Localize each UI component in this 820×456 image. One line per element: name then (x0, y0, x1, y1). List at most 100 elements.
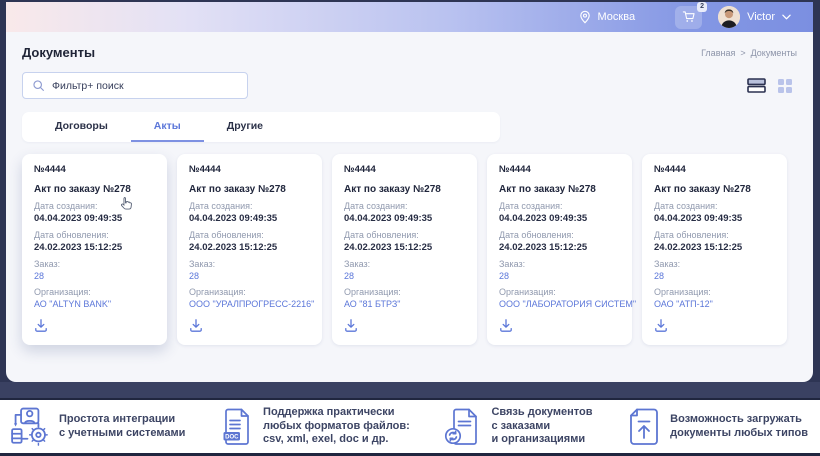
org-link[interactable]: АО "81 БТРЗ" (344, 299, 465, 309)
download-icon[interactable] (654, 318, 668, 337)
feature-text: Поддержка практически любых форматов фай… (263, 406, 410, 446)
created-label: Дата создания: (344, 201, 465, 211)
breadcrumb: Главная > Документы (701, 48, 797, 58)
document-number: №4444 (654, 164, 775, 175)
search-input[interactable] (52, 80, 238, 92)
document-card[interactable]: №4444 Акт по заказу №278 Дата создания: … (332, 154, 477, 345)
feature-upload: Возможность загружать документы любых ти… (627, 407, 808, 447)
download-icon[interactable] (189, 318, 203, 337)
created-value: 04.04.2023 09:49:35 (189, 213, 310, 224)
org-label: Организация: (499, 287, 620, 297)
document-title: Акт по заказу №278 (34, 184, 155, 195)
download-icon[interactable] (344, 318, 358, 337)
grid-view-icon[interactable] (777, 78, 793, 94)
tab-akty[interactable]: Акты (131, 112, 204, 142)
breadcrumb-home[interactable]: Главная (701, 48, 735, 58)
updated-value: 24.02.2023 15:12:25 (344, 242, 465, 253)
updated-label: Дата обновления: (34, 230, 155, 240)
updated-value: 24.02.2023 15:12:25 (499, 242, 620, 253)
avatar (718, 6, 740, 28)
org-link[interactable]: ОАО "АТП-12" (654, 299, 775, 309)
updated-value: 24.02.2023 15:12:25 (189, 242, 310, 253)
document-number: №4444 (34, 164, 155, 175)
document-number: №4444 (499, 164, 620, 175)
svg-text:DOC: DOC (225, 434, 239, 440)
document-card[interactable]: №4444 Акт по заказу №278 Дата создания: … (642, 154, 787, 345)
dark-divider-band (0, 382, 820, 400)
order-label: Заказ: (654, 259, 775, 269)
org-link[interactable]: ООО "ЛАБОРАТОРИЯ СИСТЕМ" (499, 299, 620, 309)
created-label: Дата создания: (654, 201, 775, 211)
cart-button[interactable]: 2 (675, 6, 702, 29)
order-link[interactable]: 28 (499, 271, 620, 281)
breadcrumb-separator: > (740, 48, 745, 58)
feature-text: Связь документов с заказами и организаци… (491, 406, 592, 446)
updated-value: 24.02.2023 15:12:25 (34, 242, 155, 253)
search-box (22, 72, 248, 99)
search-icon (32, 79, 45, 92)
upload-document-icon (627, 407, 661, 447)
updated-label: Дата обновления: (344, 230, 465, 240)
updated-label: Дата обновления: (499, 230, 620, 240)
tabs-bar: Договоры Акты Другие (22, 112, 500, 142)
document-links-icon (444, 407, 482, 447)
document-cards: №4444 Акт по заказу №278 Дата создания: … (22, 154, 797, 345)
top-header-bar: Москва 2 Victor (6, 2, 813, 32)
order-label: Заказ: (189, 259, 310, 269)
order-label: Заказ: (499, 259, 620, 269)
created-value: 04.04.2023 09:49:35 (654, 213, 775, 224)
location-label: Москва (598, 11, 636, 23)
location-pin-icon (578, 10, 592, 24)
created-label: Дата создания: (499, 201, 620, 211)
created-label: Дата создания: (189, 201, 310, 211)
feature-document-links: Связь документов с заказами и организаци… (444, 406, 592, 446)
document-title: Акт по заказу №278 (344, 184, 465, 195)
page-title: Документы (22, 45, 95, 60)
org-label: Организация: (654, 287, 775, 297)
toolbar-row (22, 72, 797, 99)
file-formats-doc-icon: DOC (220, 407, 254, 447)
content-panel: Документы Главная > Документы (6, 32, 813, 382)
view-toggles (747, 78, 793, 94)
document-card[interactable]: №4444 Акт по заказу №278 Дата создания: … (177, 154, 322, 345)
features-footer: Простота интеграции с учетными системами… (0, 400, 820, 453)
updated-label: Дата обновления: (189, 230, 310, 240)
order-link[interactable]: 28 (654, 271, 775, 281)
tab-drugie[interactable]: Другие (204, 112, 286, 142)
list-view-icon[interactable] (747, 78, 766, 93)
user-name: Victor (747, 11, 775, 23)
order-label: Заказ: (344, 259, 465, 269)
updated-value: 24.02.2023 15:12:25 (654, 242, 775, 253)
org-label: Организация: (189, 287, 310, 297)
order-label: Заказ: (34, 259, 155, 269)
document-card[interactable]: №4444 Акт по заказу №278 Дата создания: … (22, 154, 167, 345)
feature-integration: Простота интеграции с учетными системами (10, 407, 185, 447)
created-value: 04.04.2023 09:49:35 (499, 213, 620, 224)
org-link[interactable]: ООО "УРАЛПРОГРЕСС-2216" (189, 299, 310, 309)
download-icon[interactable] (499, 318, 513, 337)
document-card[interactable]: №4444 Акт по заказу №278 Дата создания: … (487, 154, 632, 345)
order-link[interactable]: 28 (34, 271, 155, 281)
order-link[interactable]: 28 (344, 271, 465, 281)
download-icon[interactable] (34, 318, 48, 337)
tab-dogovory[interactable]: Договоры (32, 112, 131, 142)
integration-icon (10, 407, 50, 447)
user-menu[interactable]: Victor (718, 6, 791, 28)
created-value: 04.04.2023 09:49:35 (34, 213, 155, 224)
app-page: Москва 2 Victor Документы Главная > Доку… (0, 0, 820, 456)
breadcrumb-current: Документы (751, 48, 797, 58)
document-title: Акт по заказу №278 (654, 184, 775, 195)
cart-badge: 2 (697, 2, 707, 12)
chevron-down-icon (782, 14, 791, 20)
document-number: №4444 (189, 164, 310, 175)
org-link[interactable]: АО "ALTYN BANK" (34, 299, 155, 309)
panel-header: Документы Главная > Документы (22, 45, 797, 60)
document-title: Акт по заказу №278 (189, 184, 310, 195)
document-title: Акт по заказу №278 (499, 184, 620, 195)
order-link[interactable]: 28 (189, 271, 310, 281)
org-label: Организация: (344, 287, 465, 297)
cart-icon (682, 10, 696, 24)
location-selector[interactable]: Москва (578, 10, 636, 24)
created-label: Дата создания: (34, 201, 155, 211)
feature-text: Простота интеграции с учетными системами (59, 413, 185, 440)
